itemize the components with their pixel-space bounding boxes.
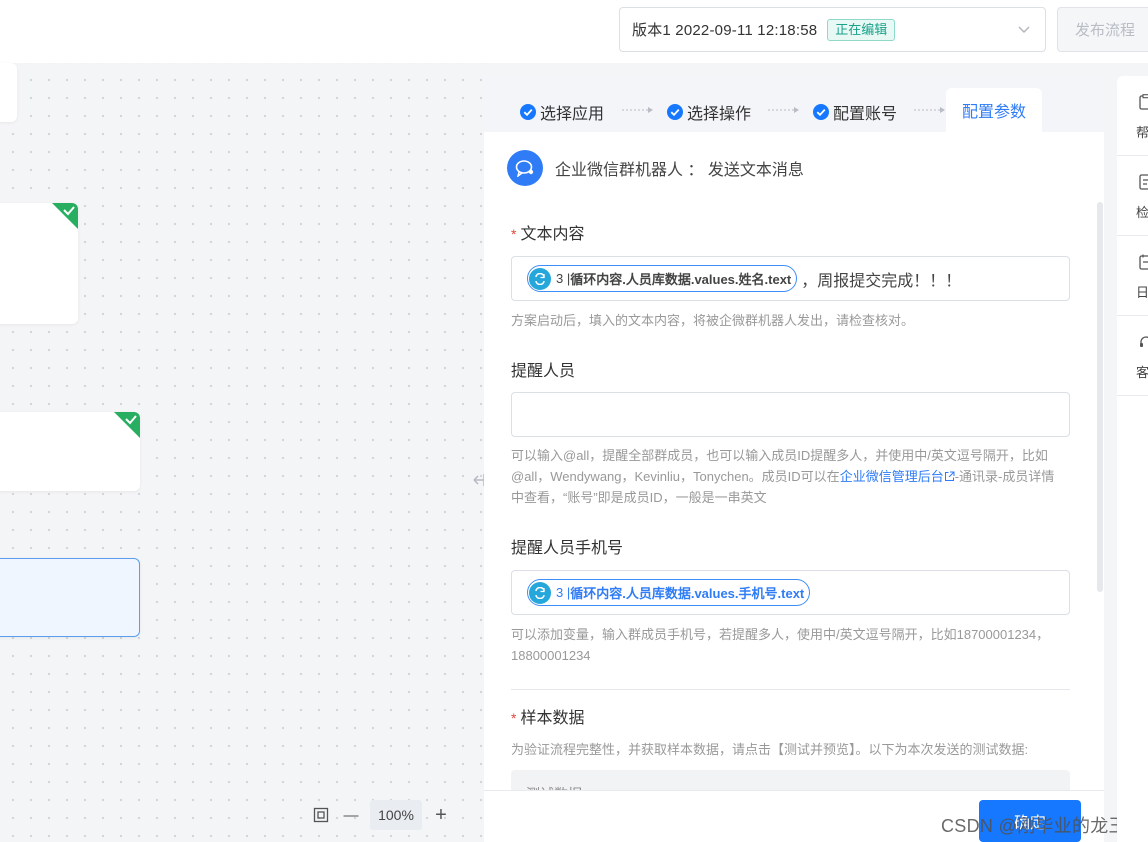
publish-button[interactable]: 发布流程	[1057, 7, 1148, 52]
zoom-level: 100%	[370, 800, 422, 830]
zoom-in-button[interactable]: +	[426, 800, 456, 830]
flow-node[interactable]	[0, 412, 140, 491]
wecom-bot-icon	[507, 150, 543, 186]
external-link-icon	[944, 471, 955, 481]
check-circle-icon	[520, 104, 536, 120]
mention-input[interactable]	[511, 392, 1070, 437]
watermark: CSDN @刚毕业的龙王	[941, 816, 1127, 836]
step-arrow-icon	[914, 107, 945, 113]
fit-screen-icon	[313, 807, 329, 823]
flow-node[interactable]: t	[0, 203, 78, 324]
app-title: 企业微信群机器人 ： 发送文本消息	[555, 162, 804, 179]
check-circle-icon	[667, 104, 683, 120]
editing-status-badge: 正在编辑	[827, 18, 896, 41]
fit-screen-button[interactable]	[306, 800, 336, 830]
step-label: 配置账号	[833, 106, 898, 123]
chevron-down-icon	[1018, 26, 1030, 33]
scrollbar[interactable]	[1097, 202, 1103, 592]
version-text: 版本1 2022-09-11 12:18:58	[632, 22, 818, 39]
step-select-action[interactable]: 选择操作	[667, 100, 751, 124]
wecom-admin-link[interactable]: 企业微信管理后台	[840, 469, 944, 484]
step-arrow-icon	[768, 107, 799, 113]
sidebar-item-check[interactable]: 检	[1117, 156, 1148, 236]
zoom-controls: — 100% +	[306, 800, 456, 830]
completed-check-icon	[52, 203, 78, 229]
variable-pill[interactable]: 3 | 循环内容.人员库数据.values.手机号.text	[527, 579, 811, 606]
text-content-suffix: ，周报提交完成！！！	[801, 272, 962, 290]
step-config-account[interactable]: 配置账号	[813, 100, 897, 124]
text-content-label: * 文本内容	[511, 226, 585, 243]
sample-data-help: 为验证流程完整性，并获取样本数据，请点击【测试并预览】。以下为本次发送的测试数据…	[511, 742, 1029, 757]
step-label: 选择操作	[687, 106, 752, 123]
step-bar: 选择应用 选择操作 配置账号 配置参数	[484, 76, 1104, 132]
mention-phone-input[interactable]: 3 | 循环内容.人员库数据.values.手机号.text	[511, 570, 1070, 615]
completed-check-icon	[114, 412, 140, 438]
divider	[511, 689, 1070, 690]
sample-data-label: * 样本数据	[511, 710, 585, 727]
text-content-input[interactable]: 3 | 循环内容.人员库数据.values.姓名.text ，周报提交完成！！！	[511, 256, 1070, 301]
mention-label: 提醒人员	[511, 363, 576, 380]
zoom-out-button[interactable]: —	[336, 800, 366, 830]
config-panel: 选择应用 选择操作 配置账号 配置参数 企业微信群机器人 ： 发送文本消息 * 文…	[484, 76, 1104, 842]
headset-icon	[1140, 336, 1148, 347]
mention-phone-label: 提醒人员手机号	[511, 540, 624, 557]
log-icon	[1139, 254, 1148, 270]
loop-icon	[529, 581, 551, 604]
mention-phone-help: 可以添加变量，输入群成员手机号，若提醒多人，使用中/英文逗号隔开，比如18700…	[511, 627, 1050, 663]
sidebar-item-service[interactable]: 客	[1117, 316, 1148, 396]
step-label: 选择应用	[540, 106, 605, 123]
right-sidebar: 帮 检 日 客	[1117, 76, 1148, 842]
check-list-icon	[1139, 174, 1148, 190]
check-circle-icon	[813, 104, 829, 120]
text-content-help: 方案启动后，填入的文本内容，将被企微群机器人发出，请检查核对。	[511, 313, 915, 328]
sidebar-item-log[interactable]: 日	[1117, 236, 1148, 316]
step-arrow-icon	[622, 107, 653, 113]
clipboard-icon	[1139, 94, 1148, 110]
mention-help: 可以输入@all，提醒全部群成员，也可以输入成员ID提醒多人，并使用中/英文逗号…	[511, 448, 1055, 505]
loop-icon	[529, 267, 551, 290]
flow-node-selected[interactable]	[0, 558, 140, 637]
required-mark: *	[511, 226, 517, 242]
variable-pill[interactable]: 3 | 循环内容.人员库数据.values.姓名.text	[527, 265, 798, 292]
step-config-params[interactable]: 配置参数	[946, 88, 1042, 132]
required-mark: *	[511, 710, 517, 726]
app-header: 企业微信群机器人 ： 发送文本消息	[507, 150, 804, 186]
step-select-app[interactable]: 选择应用	[520, 100, 604, 124]
sidebar-item-help[interactable]: 帮	[1117, 76, 1148, 156]
flow-node[interactable]	[0, 63, 17, 122]
top-bar: 版本1 2022-09-11 12:18:58 正在编辑 发布流程	[0, 0, 1148, 63]
version-select[interactable]: 版本1 2022-09-11 12:18:58 正在编辑	[619, 7, 1046, 52]
